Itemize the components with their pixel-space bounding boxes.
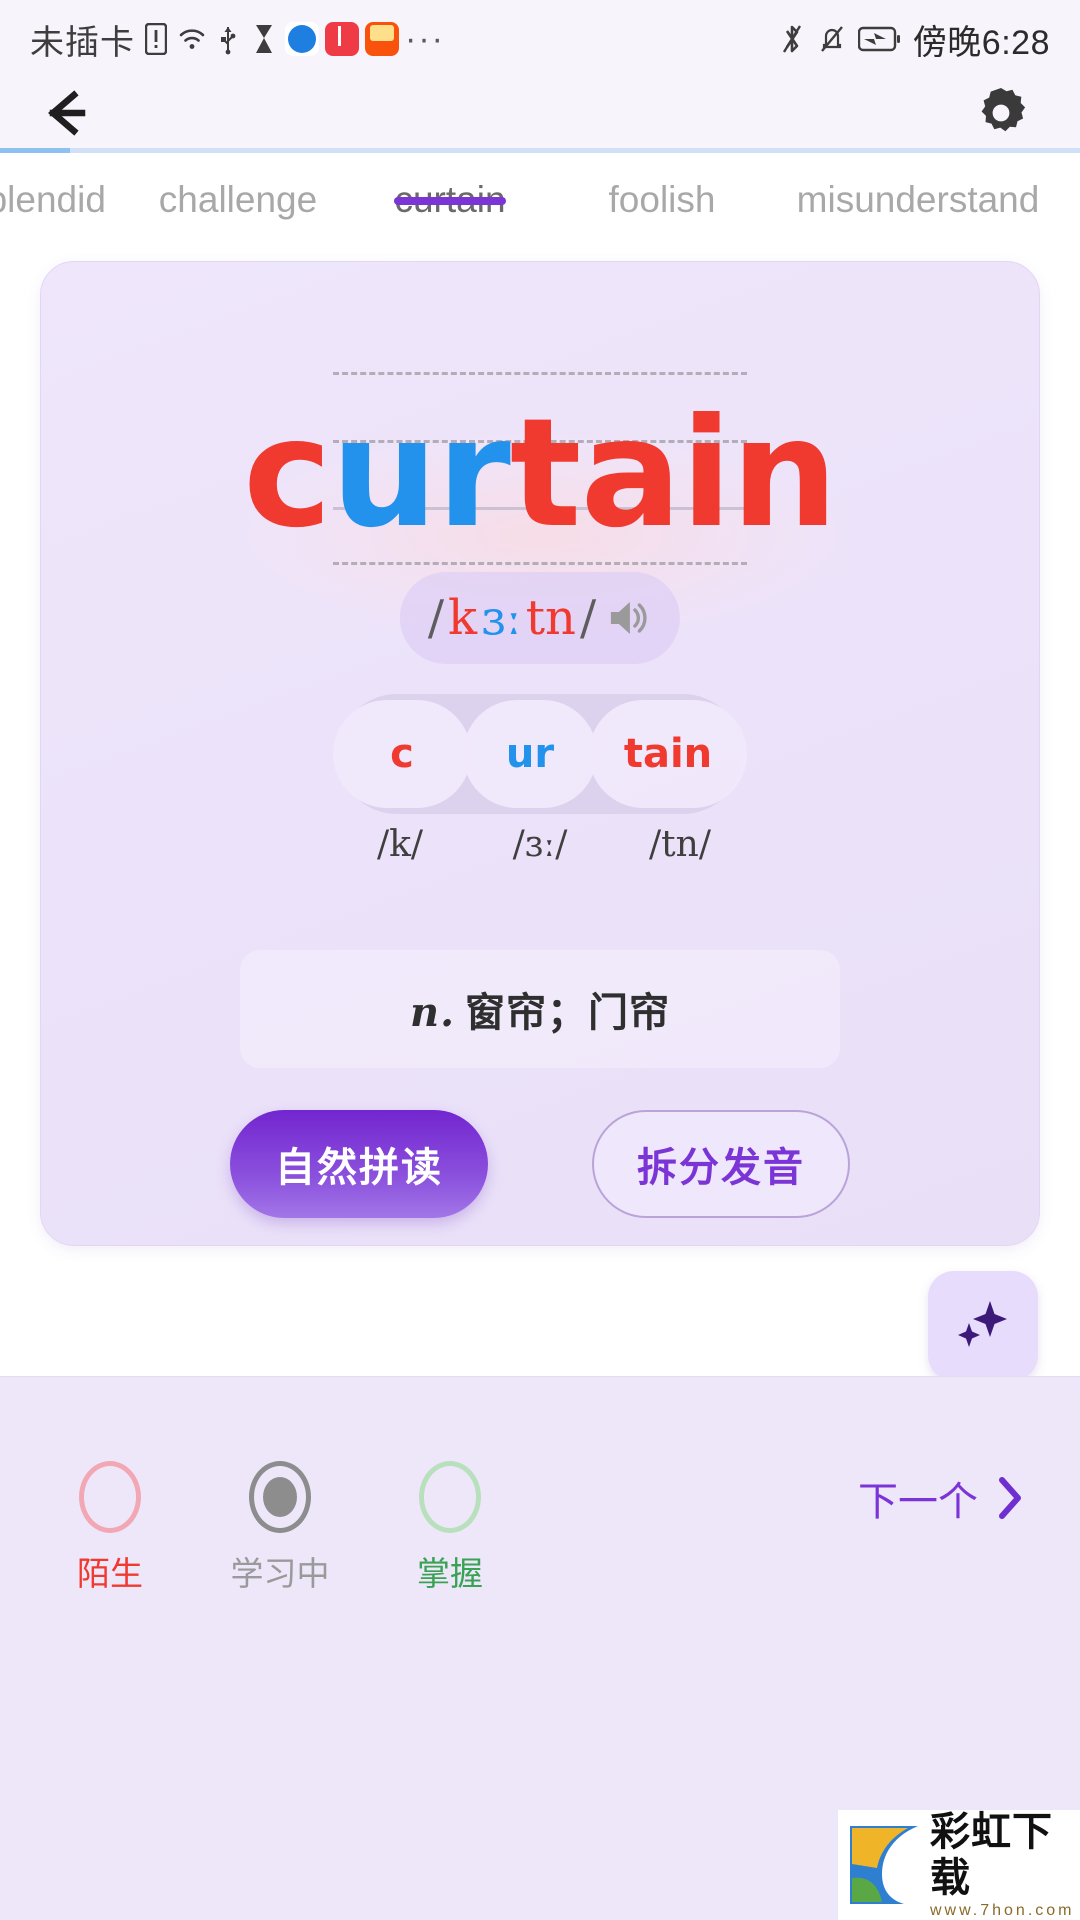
syllable-ipa-2: /ɜː/ [512,824,568,865]
syllable-ipa-3: /tn/ [649,824,711,865]
phonetic-pill[interactable]: / k ɜː tn / [399,572,681,664]
tab-label: splendid [0,179,106,220]
definition-box: n. 窗帘；门帘 [240,950,840,1068]
definition-text: 窗帘；门帘 [465,991,670,1035]
watermark-title: 彩虹下载 [930,1810,1053,1900]
word-stage: curtain / k ɜː tn / c ur tain /k/ /ɜː/ /tn/ [0,251,1080,1920]
tab-underline [394,197,506,205]
word-part-2: ur [331,387,511,561]
sparkles-icon [958,1301,1007,1347]
watermark-logo-icon [846,1822,924,1908]
definition-line: n. 窗帘；门帘 [410,980,670,1038]
notification-muted-icon [817,22,847,56]
unfamiliar-ring-icon [79,1461,141,1533]
video-app-icon [365,22,399,56]
word-tabs[interactable]: splendid challenge curtain foolish misun… [0,153,1080,251]
status-bar-left: 未插卡 ··· [30,15,445,64]
battery-charging-icon [857,22,903,56]
phonetic-part-3: tn [525,590,576,646]
word-part-1: c [243,387,332,561]
usb-icon [213,22,243,56]
watermark-url: www.7hon.com [930,1902,1075,1919]
phonetic-close-slash: / [579,590,597,646]
settings-button[interactable] [968,80,1034,146]
phonetic-open-slash: / [427,590,445,646]
next-word-button[interactable]: 下一个 [858,1469,1026,1527]
phonetic-part-2: ɜː [481,590,522,646]
tab-label: misunderstand [796,179,1040,220]
tab-challenge[interactable]: challenge [132,153,344,221]
more-dots-icon: ··· [405,20,445,58]
tab-misunderstand[interactable]: misunderstand [768,153,1068,221]
clock-label: 傍晚6:28 [912,23,1050,62]
syllable-chip-1[interactable]: c [333,700,471,808]
tab-label: foolish [608,179,716,220]
split-pronunciation-button[interactable]: 拆分发音 [592,1110,850,1218]
tab-foolish[interactable]: foolish [556,153,768,221]
sim-alert-icon [141,22,171,56]
speaker-icon[interactable] [606,597,652,639]
guide-line-top [333,372,747,375]
part-of-speech: n. [409,989,455,1036]
syllable-chip-group: c ur tain [333,694,747,814]
status-label: 陌生 [77,1555,143,1592]
word-part-3: tain [509,387,838,561]
bottom-bar: 陌生 学习中 掌握 下一个 彩虹下载 www.7hon.com [0,1376,1080,1920]
watermark-text: 彩虹下载 www.7hon.com [930,1810,1080,1920]
bottom-bar-inner: 陌生 学习中 掌握 下一个 [0,1461,1080,1595]
status-bar: 未插卡 ··· 傍晚6:28 [0,0,1080,78]
word-card: curtain / k ɜː tn / c ur tain /k/ /ɜː/ /tn/ [40,261,1040,1246]
chevron-right-icon [999,1477,1021,1519]
phonetic-part-1: k [448,590,478,646]
carrier-label: 未插卡 [30,23,135,62]
guide-line-descender [333,562,747,565]
status-mastered[interactable]: 掌握 [394,1461,506,1595]
gear-icon [981,88,1026,132]
status-label: 学习中 [230,1555,330,1592]
tab-splendid[interactable]: splendid [0,153,132,221]
ai-assist-fab[interactable] [928,1271,1038,1381]
card-actions: 自然拼读 拆分发音 [41,1110,1039,1218]
app-header [0,78,1080,148]
syllable-ipa-1: /k/ [376,824,424,865]
book-app-icon [325,22,359,56]
back-button[interactable] [46,80,112,146]
wifi-icon [177,22,207,56]
tab-label: challenge [158,179,318,220]
status-bar-right: 傍晚6:28 [777,15,1050,64]
status-label: 掌握 [417,1555,483,1592]
browser-app-icon [285,22,319,56]
hourglass-icon [249,22,279,56]
status-learning[interactable]: 学习中 [224,1461,336,1595]
back-arrow-icon [48,90,86,136]
syllable-ipa-row: /k/ /ɜː/ /tn/ [330,824,750,865]
learning-ring-selected-icon [249,1461,311,1533]
status-unfamiliar[interactable]: 陌生 [54,1461,166,1595]
phonics-button[interactable]: 自然拼读 [230,1110,488,1218]
bluetooth-icon [777,22,807,56]
mastered-ring-icon [419,1461,481,1533]
word-display: curtain [41,389,1039,559]
learning-status-group: 陌生 学习中 掌握 [54,1461,506,1595]
next-label: 下一个 [858,1480,978,1524]
tab-curtain[interactable]: curtain [344,153,556,221]
syllable-chip-3[interactable]: tain [589,700,747,808]
syllable-chip-2[interactable]: ur [463,700,597,808]
watermark: 彩虹下载 www.7hon.com [838,1810,1080,1920]
